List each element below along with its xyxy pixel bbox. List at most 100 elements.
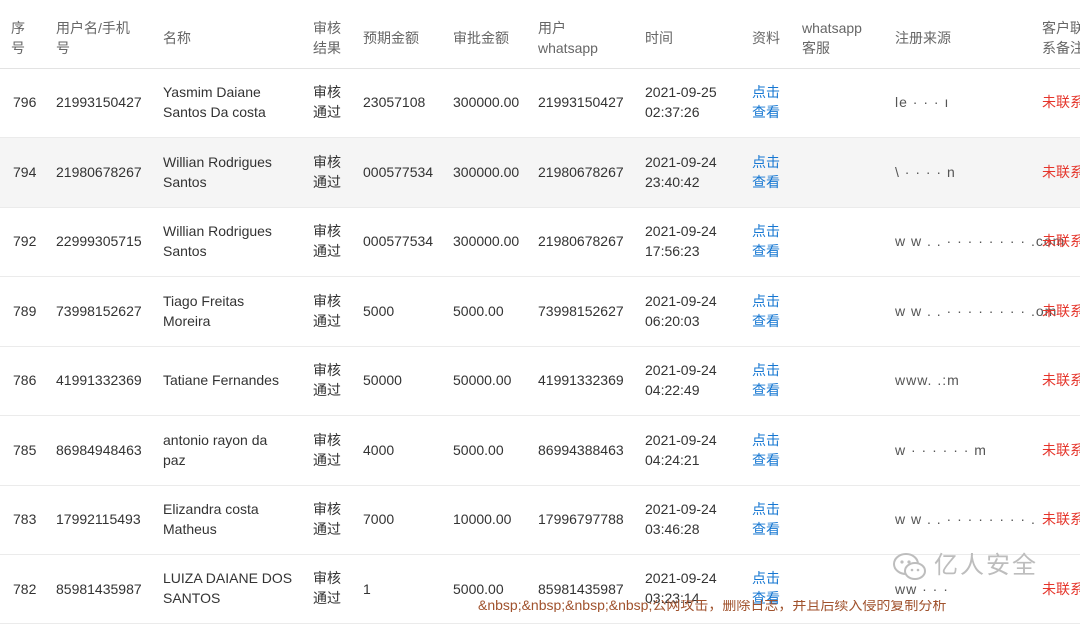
- cell-time: 2021-09-24 04:22:49: [645, 362, 717, 398]
- watermark-text: 亿人安全: [934, 552, 1038, 579]
- cell-result: 审核 通过: [313, 154, 341, 190]
- cell-name: Yasmim Daiane Santos Da costa: [163, 84, 266, 120]
- cell-source: www. .:m: [895, 372, 960, 388]
- cell-user: 73998152627: [56, 303, 142, 319]
- cell-name: antonio rayon da paz: [163, 432, 268, 468]
- table-row: 796 21993150427 Yasmim Daiane Santos Da …: [0, 68, 1080, 138]
- cell-expected: 4000: [363, 442, 395, 458]
- cell-note: 未联系: [1042, 372, 1080, 388]
- view-details-link[interactable]: 点击 查看: [752, 152, 780, 192]
- cell-note: 未联系: [1042, 233, 1080, 249]
- cell-name: Willian Rodrigues Santos: [163, 154, 272, 190]
- cell-approved: 50000.00: [453, 372, 512, 388]
- cell-result: 审核 通过: [313, 501, 341, 537]
- cell-source: w · · · · · · m: [895, 442, 987, 458]
- header-whatsapp-service: whatsapp 客服: [802, 20, 862, 56]
- cell-result: 审核 通过: [313, 362, 341, 398]
- cell-whatsapp: 85981435987: [538, 581, 624, 597]
- wechat-icon: [893, 553, 926, 580]
- cell-source: w w . . · · · · · · · · .om: [895, 303, 1058, 319]
- cell-approved: 10000.00: [453, 511, 512, 527]
- cell-seq: 786: [13, 372, 37, 388]
- cell-approved: 300000.00: [453, 233, 520, 249]
- cell-approved: 300000.00: [453, 94, 520, 110]
- cell-seq: 796: [13, 94, 37, 110]
- view-details-link[interactable]: 点击 查看: [752, 291, 780, 331]
- cell-user: 21993150427: [56, 94, 142, 110]
- header-seq: 序 号: [11, 20, 25, 56]
- cell-seq: 785: [13, 442, 37, 458]
- cell-time: 2021-09-25 02:37:26: [645, 84, 717, 120]
- cell-note: 未联系: [1042, 94, 1080, 110]
- cell-note: 未联系: [1042, 442, 1080, 458]
- cell-user: 41991332369: [56, 372, 142, 388]
- cell-note: 未联系: [1042, 511, 1080, 527]
- cell-approved: 5000.00: [453, 442, 504, 458]
- header-result: 审核 结果: [313, 20, 341, 56]
- cell-user: 22999305715: [56, 233, 142, 249]
- cell-expected: 000577534: [363, 164, 434, 180]
- cell-expected: 50000: [363, 372, 402, 388]
- cell-whatsapp: 73998152627: [538, 303, 624, 319]
- cell-approved: 5000.00: [453, 303, 504, 319]
- view-details-link[interactable]: 点击 查看: [752, 499, 780, 539]
- cell-source: le · · · ı: [895, 94, 950, 110]
- cell-time: 2021-09-24 04:24:21: [645, 432, 717, 468]
- view-details-link[interactable]: 点击 查看: [752, 360, 780, 400]
- header-user: 用户名/手机 号: [56, 20, 130, 56]
- table-row: 783 17992115493 Elizandra costa Matheus …: [0, 485, 1080, 555]
- table-row: 786 41991332369 Tatiane Fernandes 审核 通过 …: [0, 346, 1080, 416]
- cell-user: 85981435987: [56, 581, 142, 597]
- header-time: 时间: [645, 30, 673, 46]
- table-row: 794 21980678267 Willian Rodrigues Santos…: [0, 138, 1080, 208]
- cell-note: 未联系: [1042, 303, 1080, 319]
- cell-whatsapp: 86994388463: [538, 442, 624, 458]
- cell-name: Tiago Freitas Moreira: [163, 293, 245, 329]
- cell-approved: 300000.00: [453, 164, 520, 180]
- cell-result: 审核 通过: [313, 432, 341, 468]
- cell-seq: 782: [13, 581, 37, 597]
- cell-source: w w . . · · · · · · · · .com: [895, 233, 1066, 249]
- header-source: 注册来源: [895, 30, 951, 46]
- view-details-link[interactable]: 点击 查看: [752, 82, 780, 122]
- cell-name: Tatiane Fernandes: [163, 372, 279, 388]
- bottom-overlay-text: &nbsp;&nbsp;&nbsp;&nbsp;公网攻击，删除日志，并且后续入侵…: [478, 600, 947, 612]
- cell-approved: 5000.00: [453, 581, 504, 597]
- cell-whatsapp: 21993150427: [538, 94, 624, 110]
- view-details-link[interactable]: 点击 查看: [752, 430, 780, 470]
- view-details-link[interactable]: 点击 查看: [752, 221, 780, 261]
- cell-source: \ · · · · n: [895, 164, 956, 180]
- cell-whatsapp: 41991332369: [538, 372, 624, 388]
- cell-whatsapp: 21980678267: [538, 164, 624, 180]
- cell-time: 2021-09-24 23:40:42: [645, 154, 717, 190]
- cell-source: w w . . · · · · · · · · .: [895, 511, 1036, 527]
- cell-whatsapp: 17996797788: [538, 511, 624, 527]
- cell-expected: 5000: [363, 303, 395, 319]
- cell-seq: 794: [13, 164, 37, 180]
- table-row: 785 86984948463 antonio rayon da paz 审核 …: [0, 416, 1080, 486]
- table-row: 792 22999305715 Willian Rodrigues Santos…: [0, 207, 1080, 277]
- cell-user: 17992115493: [56, 511, 141, 527]
- cell-name: Willian Rodrigues Santos: [163, 223, 272, 259]
- cell-note: 未联系: [1042, 164, 1080, 180]
- watermark: 亿人安全: [892, 548, 1080, 586]
- cell-expected: 7000: [363, 511, 395, 527]
- cell-user: 86984948463: [56, 442, 142, 458]
- cell-result: 审核 通过: [313, 293, 341, 329]
- header-expected: 预期金额: [363, 30, 419, 46]
- cell-time: 2021-09-24 17:56:23: [645, 223, 717, 259]
- cell-time: 2021-09-24 06:20:03: [645, 293, 717, 329]
- cell-result: 审核 通过: [313, 84, 341, 120]
- table-row: 789 73998152627 Tiago Freitas Moreira 审核…: [0, 277, 1080, 347]
- header-name: 名称: [163, 30, 191, 46]
- table-header: 序 号 用户名/手机 号 名称 审核 结果 预期金额 审批金额 用户 whats…: [0, 0, 1080, 69]
- cell-expected: 23057108: [363, 94, 426, 110]
- cell-expected: 000577534: [363, 233, 434, 249]
- cell-time: 2021-09-24 03:46:28: [645, 501, 717, 537]
- cell-expected: 1: [363, 581, 371, 597]
- cell-seq: 783: [13, 511, 37, 527]
- header-approved: 审批金额: [453, 30, 509, 46]
- header-note: 客户联 系备注: [1042, 20, 1080, 56]
- header-info: 资料: [752, 30, 780, 46]
- cell-whatsapp: 21980678267: [538, 233, 624, 249]
